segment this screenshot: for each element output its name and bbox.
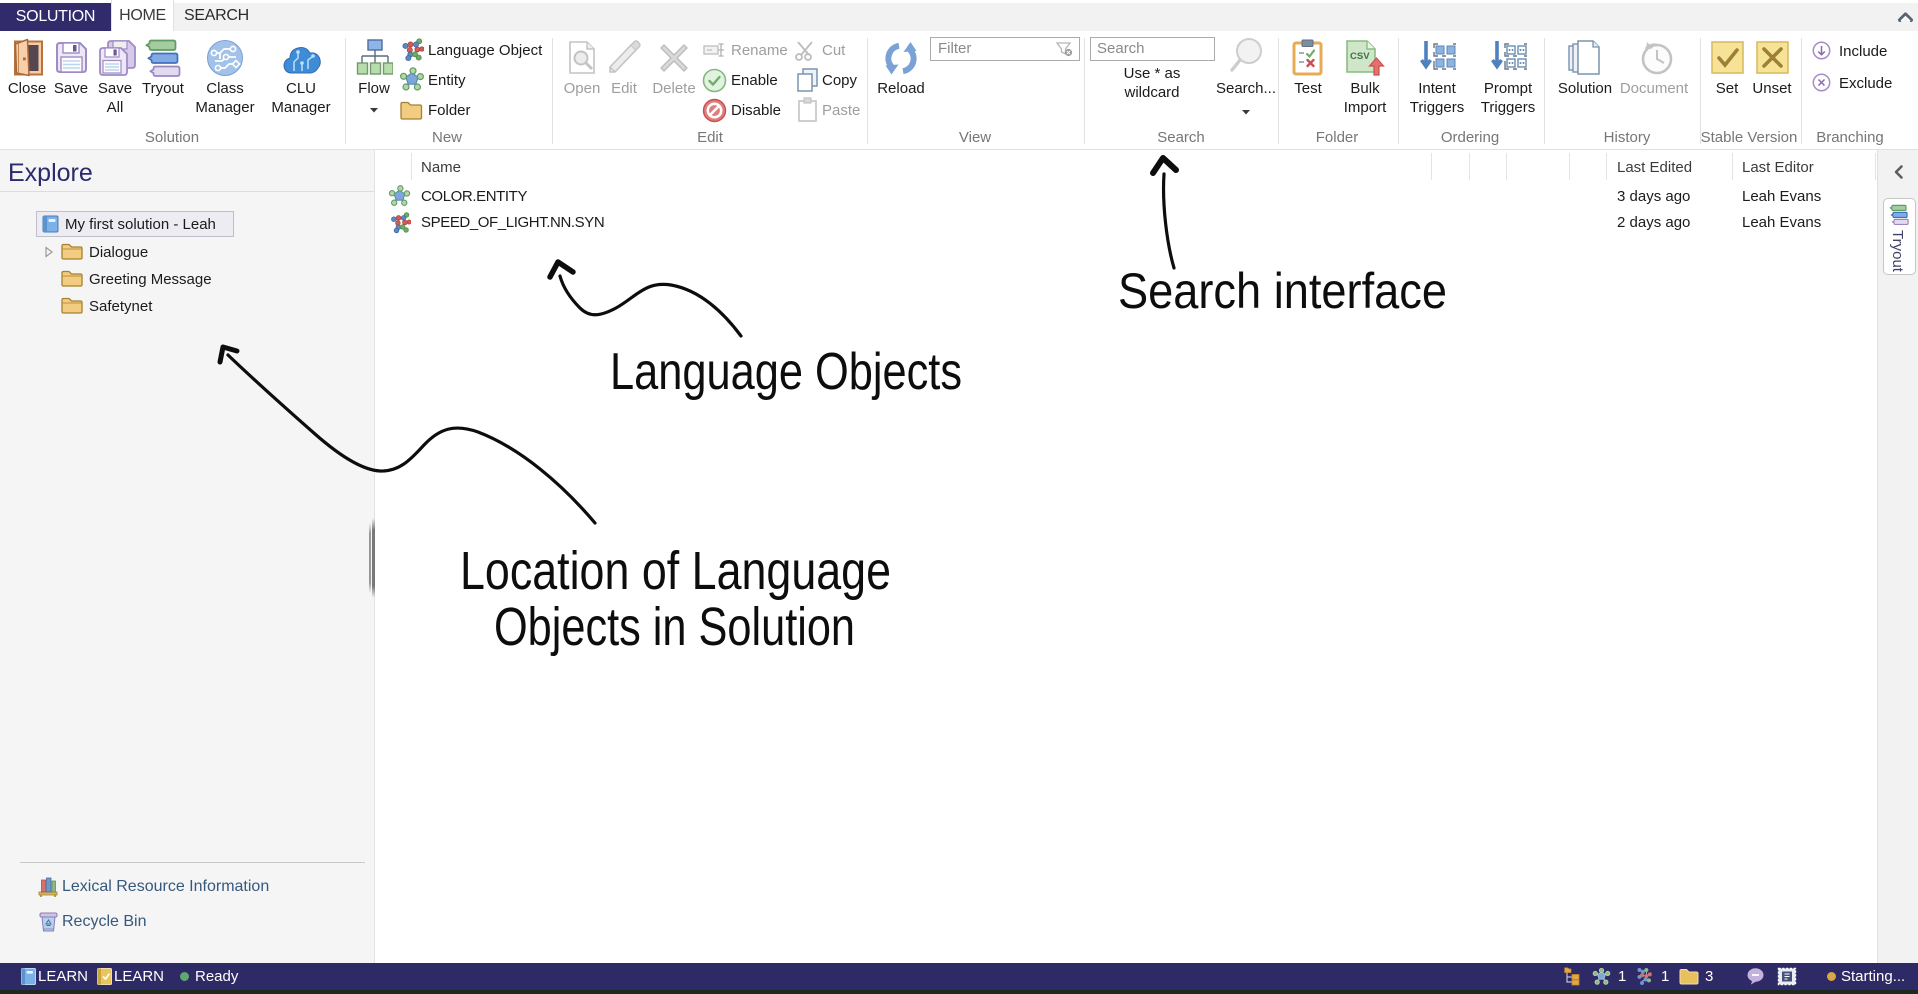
svg-text:Search interface: Search interface [1118,263,1447,319]
svg-text:Objects in Solution: Objects in Solution [494,597,855,657]
svg-text:Language Objects: Language Objects [610,343,962,401]
svg-text:Location of Language: Location of Language [460,541,891,601]
